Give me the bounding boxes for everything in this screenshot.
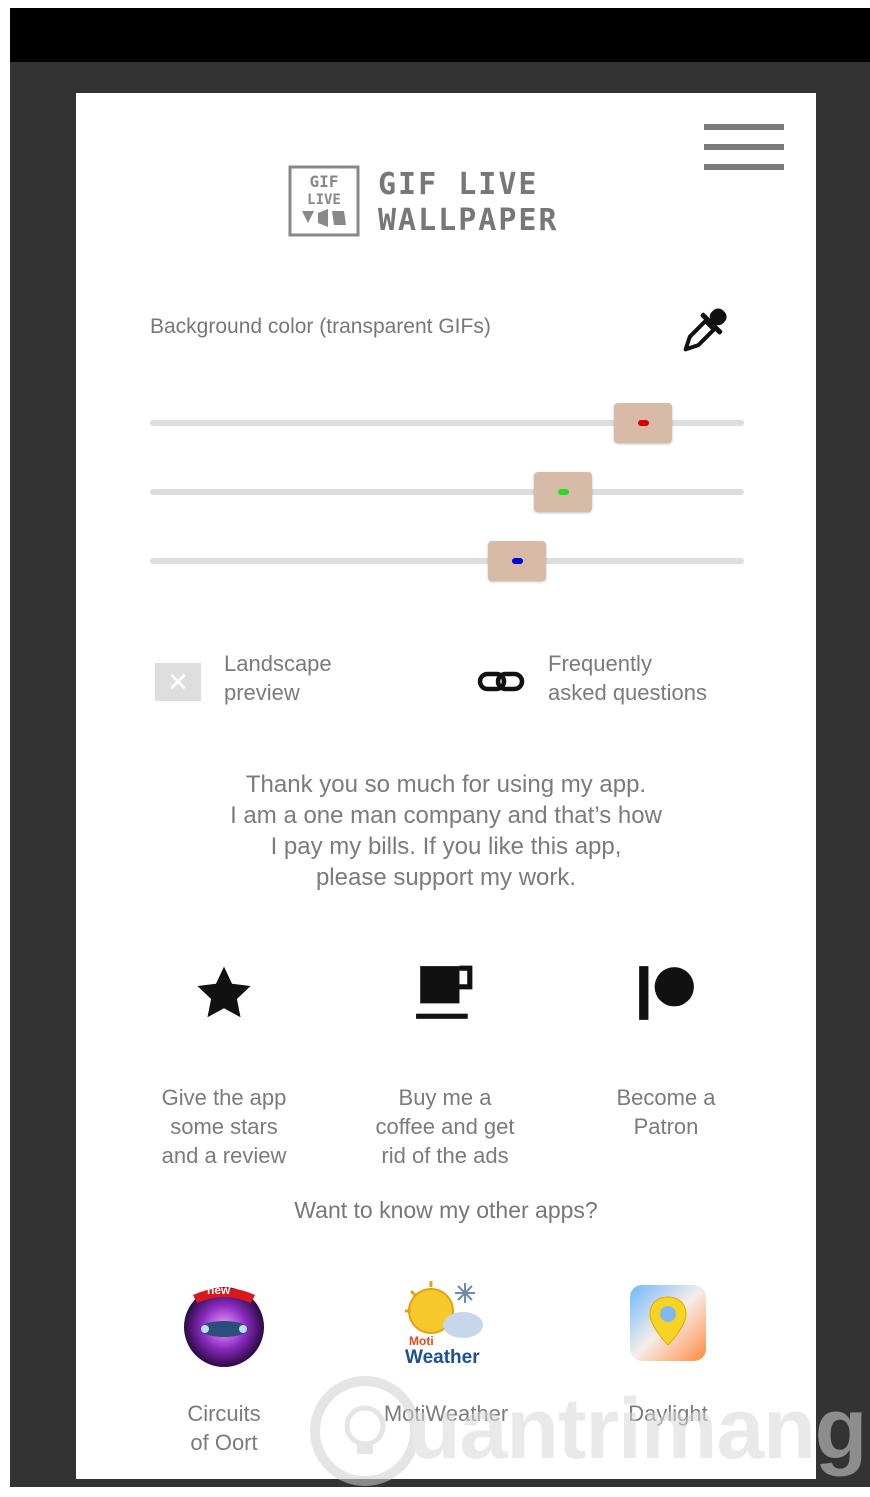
app-motiweather[interactable]: Moti Weather MotiWeather [346,1279,546,1428]
red-indicator [638,420,650,426]
thank-you-message: Thank you so much for using my app. I am… [230,771,662,891]
svg-text:Weather: Weather [405,1347,480,1368]
slider-track [150,558,744,564]
app-title: GIF LIVE WALLPAPER [378,167,559,239]
new-badge: new [207,1283,231,1297]
app-title-line-1: GIF LIVE [378,167,539,202]
become-patron-button[interactable]: Become a Patron [556,953,776,1141]
slider-thumb[interactable] [488,541,547,581]
app-screen: GIF LIVE GIF LIVE WALLPAPER Background c… [76,93,816,1479]
eyedropper-icon[interactable] [674,301,734,361]
app-daylight[interactable]: Daylight [568,1279,768,1428]
blue-slider[interactable] [150,536,744,586]
red-slider[interactable] [150,398,744,448]
other-apps-title: Want to know my other apps? [294,1197,598,1223]
landscape-preview-label: Landscape preview [224,651,332,705]
motiweather-app-icon: Moti Weather [405,1281,483,1368]
star-icon [197,966,251,1018]
slider-track [150,489,744,495]
app-title-line-2: WALLPAPER [378,203,559,238]
rate-app-button[interactable]: Give the app some stars and a review [114,953,334,1170]
green-slider[interactable] [150,467,744,517]
background-color-label: Background color (transparent GIFs) [150,315,491,338]
svg-text:LIVE: LIVE [307,192,341,208]
link-icon[interactable] [476,667,526,697]
app-circuits-of-oort[interactable]: new Circuits of Oort [124,1279,324,1457]
faq-link[interactable]: Frequently asked questions [548,649,758,707]
buy-coffee-button[interactable]: Buy me a coffee and get rid of the ads [335,953,555,1170]
status-bar [10,8,870,62]
slider-thumb[interactable] [533,472,592,512]
logo-icon: GIF LIVE [288,165,360,237]
green-indicator [557,489,569,495]
blue-indicator [512,558,524,564]
slider-thumb[interactable] [614,403,673,443]
landscape-preview-checkbox[interactable]: ✕ [155,663,201,701]
app-logo: GIF LIVE GIF LIVE WALLPAPER [288,163,608,243]
daylight-app-icon [630,1285,706,1361]
patreon-icon [639,966,694,1020]
svg-text:GIF: GIF [310,172,339,191]
coffee-icon [416,965,473,1019]
menu-icon[interactable] [704,121,786,171]
svg-text:Moti: Moti [409,1334,434,1348]
